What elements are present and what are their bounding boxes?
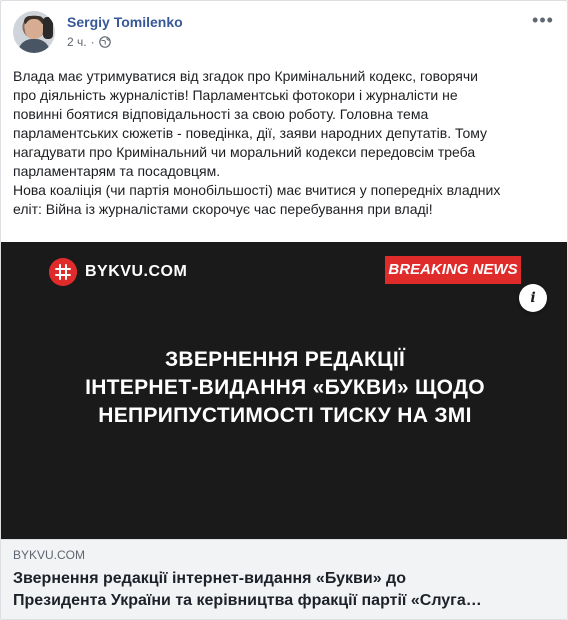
bykvu-logo-icon [49, 258, 77, 286]
post-text-line: Влада має утримуватися від згадок про Кр… [13, 68, 478, 84]
brand-name: BYKVU.COM [85, 263, 188, 280]
post-text-line: про діяльність журналістів! Парламентськ… [13, 87, 458, 103]
link-preview-caption[interactable]: BYKVU.COM Звернення редакції інтернет-ви… [1, 539, 567, 619]
post-timestamp[interactable]: 2 ч. [67, 35, 87, 49]
meta-separator: · [90, 35, 95, 49]
post-text-line: парламентських сюжетів - поведінка, дії,… [13, 125, 488, 141]
link-title[interactable]: Звернення редакції інтернет-видання «Бук… [13, 568, 553, 612]
author-name[interactable]: Sergiy Tomilenko [67, 14, 183, 30]
post-text: Влада має утримуватися від згадок про Кр… [13, 67, 553, 219]
link-title-line: Президента України та керівництва фракці… [13, 592, 482, 609]
link-preview-image[interactable]: BYKVU.COM BREAKING NEWS ЗВЕРНЕННЯ РЕДАКЦ… [1, 242, 567, 539]
breaking-news-badge: BREAKING NEWS [385, 256, 521, 284]
avatar[interactable] [13, 11, 55, 53]
post-meta: 2 ч. · [67, 35, 111, 49]
link-title-line: Звернення редакції інтернет-видання «Бук… [13, 570, 406, 587]
post-text-line: парламентарям та посадовцям. [13, 163, 221, 179]
bykvu-brand: BYKVU.COM [49, 258, 187, 286]
post-text-line: еліт: Війна із журналістами скорочує час… [13, 201, 433, 217]
post-text-line: повинні боятися відповідальності за свою… [13, 106, 429, 122]
post-header: Sergiy Tomilenko 2 ч. · ••• [13, 11, 555, 59]
image-headline: ЗВЕРНЕННЯ РЕДАКЦІЇ ІНТЕРНЕТ-ВИДАННЯ «БУК… [1, 346, 567, 430]
info-icon[interactable]: i [519, 284, 547, 312]
post-card: Sergiy Tomilenko 2 ч. · ••• Влада має ут… [0, 0, 568, 620]
link-domain: BYKVU.COM [13, 548, 86, 562]
post-text-line: нагадувати про Кримінальний чи моральний… [13, 144, 476, 160]
image-headline-line: ІНТЕРНЕТ-ВИДАННЯ «БУКВИ» ЩОДО [85, 376, 485, 399]
post-text-line: Нова коаліція (чи партія монобільшості) … [13, 182, 501, 198]
more-options-icon[interactable]: ••• [531, 11, 555, 33]
image-headline-line: НЕПРИПУСТИМОСТІ ТИСКУ НА ЗМІ [98, 404, 472, 427]
image-headline-line: ЗВЕРНЕННЯ РЕДАКЦІЇ [164, 348, 406, 371]
globe-icon[interactable] [98, 36, 111, 48]
